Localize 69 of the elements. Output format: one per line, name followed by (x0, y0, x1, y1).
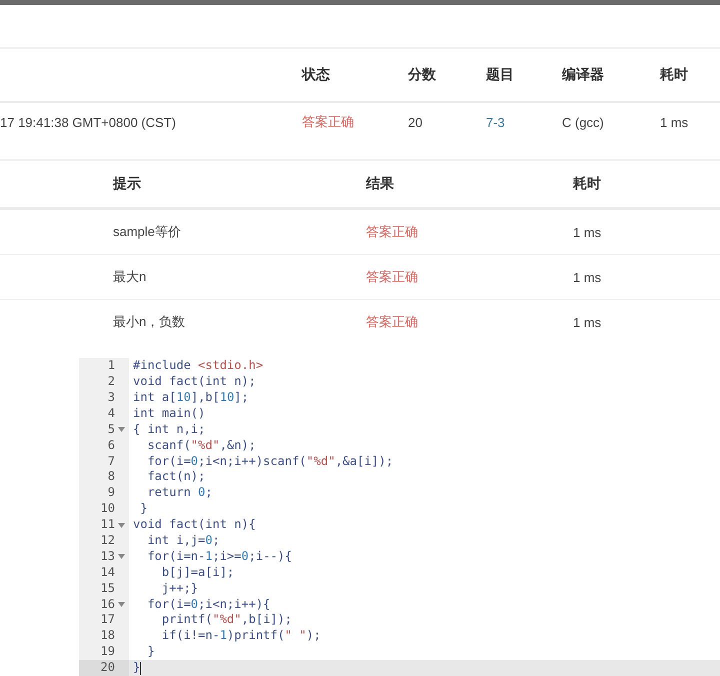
score-text: 20 (408, 114, 422, 130)
code-line: printf("%d",b[i]); (160, 612, 292, 628)
column-header: 提示 (113, 175, 141, 192)
code-line: #include <stdio.h> (132, 358, 264, 374)
code-line: for(i=0;i<n;i++)scanf("%d",&a[i]); (146, 454, 394, 470)
code-line: int main() (132, 406, 206, 422)
code-editor[interactable] (79, 356, 720, 676)
line-number: 20 (100, 660, 115, 676)
line-number: 16 (100, 596, 115, 612)
line-number: 15 (100, 580, 115, 597)
fold-caret-icon[interactable] (115, 522, 127, 528)
result-text: 答案正确 (366, 314, 418, 330)
fold-caret-icon[interactable] (115, 602, 127, 607)
duration-text: 1 ms (573, 314, 602, 330)
duration-text: 1 ms (573, 270, 602, 285)
fold-caret-icon[interactable] (115, 427, 127, 432)
line-number: 11 (100, 517, 115, 533)
line-number: 8 (108, 469, 115, 486)
result-text: 答案正确 (366, 269, 418, 284)
duration-text: 1 ms (660, 114, 688, 130)
line-number: 6 (108, 438, 115, 454)
column-header: 耗时 (660, 66, 688, 82)
line-number: 19 (100, 644, 115, 660)
code-line: scanf("%d",&n); (146, 438, 256, 454)
result-text: 答案正确 (366, 224, 418, 240)
code-line: for(i=0;i<n;i++){ (146, 596, 270, 612)
column-header: 编译器 (562, 66, 604, 82)
fold-caret-icon[interactable] (115, 554, 127, 560)
code-line: j++;} (160, 580, 198, 597)
text-cursor (140, 662, 142, 675)
code-line: int a[10],b[10]; (132, 390, 249, 406)
code-line: for(i=n-1;i>=0;i--){ (146, 548, 292, 565)
line-number: 5 (108, 422, 115, 438)
column-header: 分数 (408, 66, 436, 82)
line-number: 4 (108, 406, 115, 422)
status-text: 答案正确 (302, 114, 354, 130)
code-line: void fact(int n); (132, 374, 256, 390)
line-number: 9 (108, 485, 115, 502)
line-number: 17 (100, 612, 115, 628)
line-number: 3 (108, 390, 115, 406)
line-number: 7 (108, 454, 115, 470)
compiler-text: C (gcc) (562, 114, 604, 130)
code-line: if(i!=n-1)printf(" "); (160, 628, 321, 644)
line-number: 1 (108, 358, 115, 374)
column-header: 题目 (486, 66, 514, 82)
line-number: 13 (100, 548, 115, 565)
code-line: } (146, 644, 155, 660)
line-number: 2 (108, 374, 115, 390)
problem-link[interactable]: 7-3 (486, 114, 505, 130)
code-line: int i,j=0; (146, 532, 220, 549)
hint-text: sample等价 (113, 224, 181, 240)
code-line: { int n,i; (132, 422, 206, 438)
duration-text: 1 ms (573, 224, 602, 240)
submit-time: 17 19:41:38 GMT+0800 (CST) (0, 114, 176, 130)
line-number: 14 (100, 564, 115, 581)
column-header: 结果 (366, 175, 394, 192)
code-line: return 0; (146, 485, 212, 502)
code-line: b[j]=a[i]; (160, 564, 234, 581)
code-line: } (139, 501, 148, 518)
column-header: 耗时 (573, 175, 601, 192)
code-line: void fact(int n){ (132, 517, 256, 533)
hint-text: 最小n，负数 (113, 314, 186, 330)
code-line: } (132, 660, 142, 676)
line-number: 12 (100, 532, 115, 549)
code-line: fact(n); (146, 469, 206, 486)
line-number: 18 (100, 628, 115, 644)
line-number: 10 (100, 501, 115, 518)
hint-text: 最大n (113, 269, 146, 284)
column-header: 状态 (302, 66, 330, 82)
